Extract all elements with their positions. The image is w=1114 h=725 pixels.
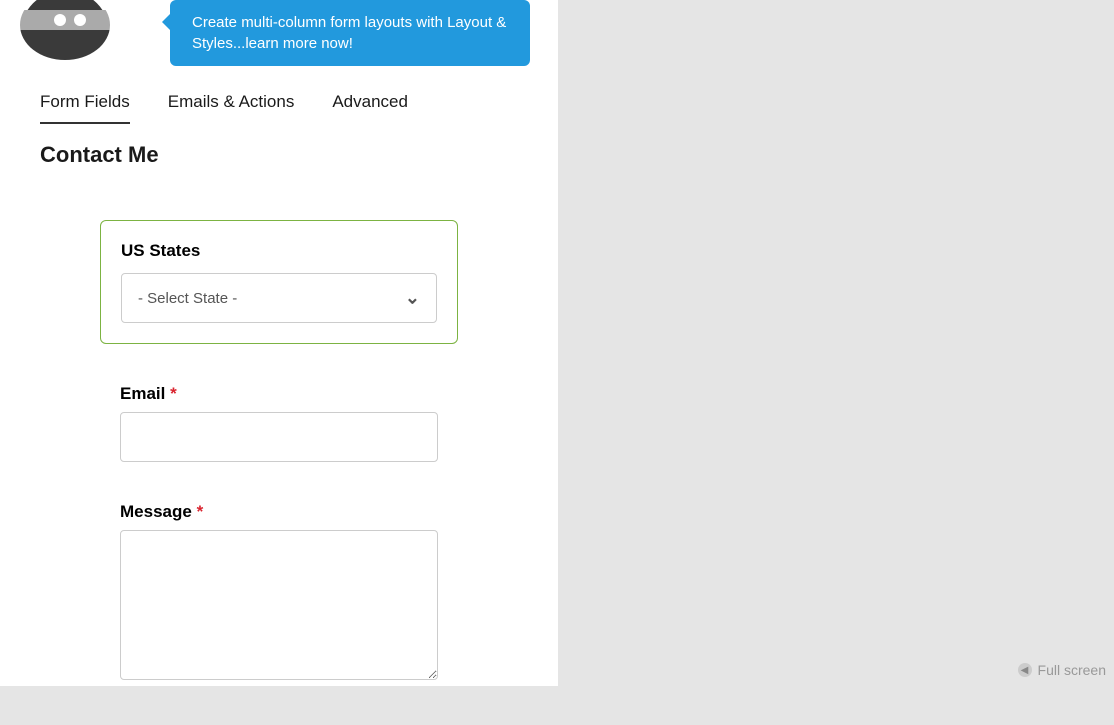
email-input[interactable]	[120, 412, 438, 462]
message-label: Message	[120, 502, 192, 521]
left-panel: Create multi-column form layouts with La…	[0, 0, 558, 686]
promo-banner[interactable]: Create multi-column form layouts with La…	[170, 0, 530, 66]
tab-advanced[interactable]: Advanced	[332, 92, 408, 124]
field-label: US States	[121, 241, 437, 261]
tab-emails-actions[interactable]: Emails & Actions	[168, 92, 295, 124]
field-us-states[interactable]: US States - Select State - ⌄	[100, 220, 458, 344]
form-area: US States - Select State - ⌄ Email * Mes…	[40, 190, 518, 725]
state-select[interactable]: - Select State - ⌄	[121, 273, 437, 323]
required-marker: *	[170, 384, 177, 403]
field-email[interactable]: Email *	[120, 384, 438, 462]
field-message[interactable]: Message *	[120, 502, 438, 685]
left-arrow-icon: ◀	[1018, 663, 1032, 677]
select-placeholder: - Select State -	[138, 290, 237, 307]
full-screen-toggle[interactable]: ◀ Full screen	[1018, 662, 1106, 678]
tabs: Form Fields Emails & Actions Advanced	[40, 92, 408, 124]
required-marker: *	[197, 502, 204, 521]
full-screen-label: Full screen	[1038, 662, 1106, 678]
email-label: Email	[120, 384, 165, 403]
right-panel: ☆ US States LABEL👎 R OPTIONS + ADD NEW ⇲…	[558, 0, 1114, 686]
tab-form-fields[interactable]: Form Fields	[40, 92, 130, 124]
chevron-down-icon: ⌄	[405, 288, 420, 309]
ninja-logo	[20, 0, 110, 60]
message-textarea[interactable]	[120, 530, 438, 680]
form-title: Contact Me	[40, 142, 159, 168]
